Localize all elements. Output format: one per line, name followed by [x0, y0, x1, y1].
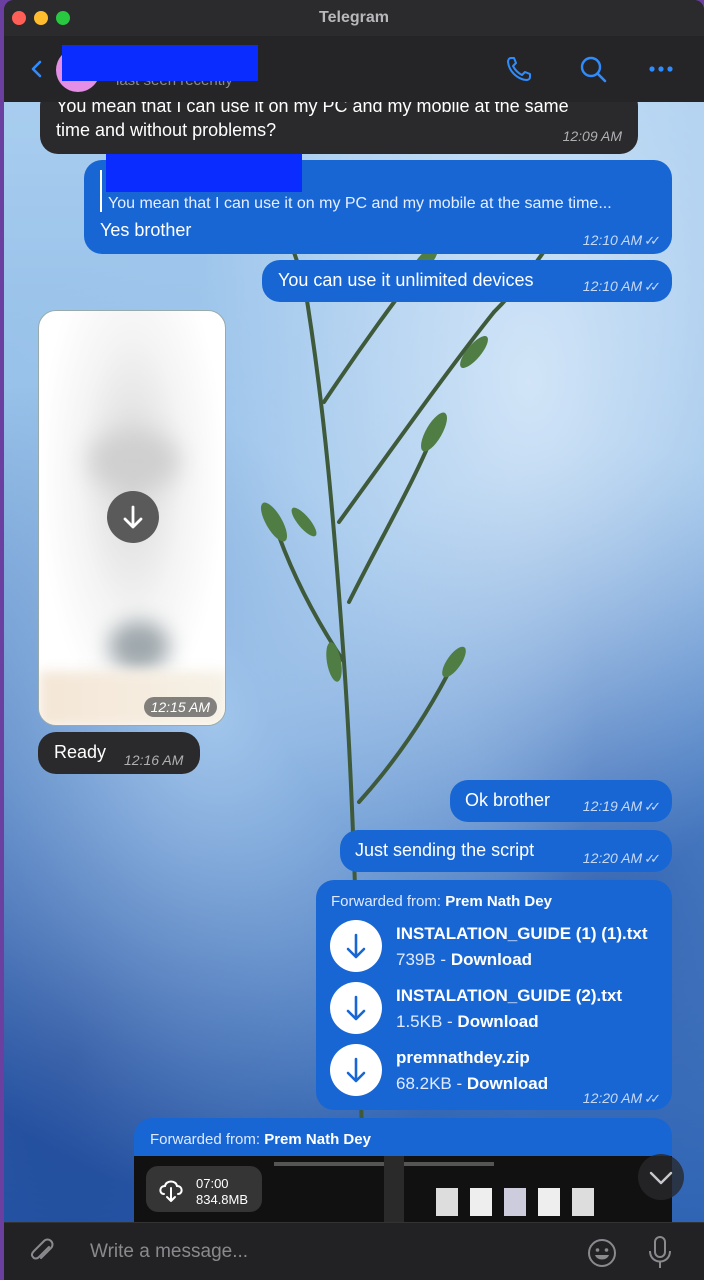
double-check-icon: ✓✓	[644, 851, 661, 866]
file-size: 1.5KB	[396, 1012, 443, 1031]
download-arrow-icon	[346, 933, 366, 959]
emoji-icon[interactable]	[586, 1237, 618, 1269]
message-outgoing-reply[interactable]: You mean that I can use it on my PC and …	[84, 154, 672, 254]
forwarded-from-label: Forwarded from: Prem Nath Dey	[331, 890, 552, 914]
download-arrow-icon	[346, 995, 366, 1021]
search-icon[interactable]	[578, 54, 608, 84]
message-text: Yes brother	[100, 220, 192, 240]
message-text: You can use it unlimited devices	[278, 270, 534, 290]
thumbnail-file-icons	[436, 1188, 594, 1216]
file-meta: 739B - Download	[396, 948, 532, 972]
forwarded-prefix: Forwarded from:	[150, 1131, 261, 1148]
message-time-read: 12:20 AM ✓✓	[582, 1086, 661, 1111]
phone-icon[interactable]	[504, 54, 534, 84]
file-attachment[interactable]: INSTALATION_GUIDE (1) (1).txt 739B - Dow…	[330, 920, 660, 974]
double-check-icon: ✓✓	[644, 1091, 661, 1106]
file-attachment[interactable]: INSTALATION_GUIDE (2).txt 1.5KB - Downlo…	[330, 982, 660, 1036]
file-size: 68.2KB	[396, 1074, 452, 1093]
file-meta-separator: -	[435, 950, 451, 969]
blurred-preview-shape	[109, 621, 169, 671]
message-time-read: 12:10 AM ✓✓	[582, 274, 661, 299]
media-message-image[interactable]: 12:15 AM	[38, 310, 226, 726]
message-time-read: 12:19 AM ✓✓	[582, 794, 661, 819]
file-download-link[interactable]: Download	[451, 950, 532, 969]
message-time: 12:16 AM	[124, 752, 184, 768]
message-time: 12:10 AM	[582, 232, 643, 248]
reply-quote-text: You mean that I can use it on my PC and …	[108, 195, 612, 212]
file-name: premnathdey.zip	[396, 1048, 530, 1067]
video-download-pill[interactable]: 07:00 834.8MB	[146, 1166, 262, 1212]
message-text: Ready	[54, 742, 107, 762]
download-media-button[interactable]	[107, 491, 159, 543]
file-download-link[interactable]: Download	[467, 1074, 548, 1093]
chat-area[interactable]: You mean that I can use it on my PC and …	[4, 102, 704, 1222]
telegram-window: Telegram last seen recently	[4, 0, 704, 1280]
reply-author-redacted	[106, 154, 302, 192]
file-download-button[interactable]	[330, 982, 382, 1034]
message-time: 12:19 AM	[582, 798, 643, 814]
file-meta: 1.5KB - Download	[396, 1010, 539, 1034]
download-arrow-icon	[346, 1057, 366, 1083]
file-download-link[interactable]: Download	[457, 1012, 538, 1031]
message-time: 12:20 AM	[582, 1090, 643, 1106]
contact-name-redacted[interactable]	[62, 45, 258, 81]
message-time-read: 12:10 AM ✓✓	[582, 228, 661, 253]
file-download-button[interactable]	[330, 1044, 382, 1096]
message-text: Ok brother	[465, 790, 551, 810]
zoom-window-button[interactable]	[56, 11, 70, 25]
blurred-preview-shape	[89, 431, 179, 491]
reply-quote-bar	[100, 170, 102, 212]
message-incoming-ready[interactable]: Ready 12:16 AM	[38, 732, 200, 774]
message-text-line2: time and without problems?	[56, 120, 277, 140]
paperclip-icon[interactable]	[28, 1237, 58, 1267]
file-meta-separator: -	[442, 1012, 458, 1031]
message-text-line1: You mean that I can use it on my PC and …	[56, 102, 569, 116]
message-time: 12:09 AM	[562, 128, 622, 144]
window-title: Telegram	[319, 9, 389, 26]
message-outgoing-ok[interactable]: Ok brother 12:19 AM ✓✓	[450, 780, 672, 822]
title-bar: Telegram	[4, 0, 704, 36]
message-incoming-1[interactable]: You mean that I can use it on my PC and …	[40, 102, 638, 154]
message-outgoing-sending[interactable]: Just sending the script 12:20 AM ✓✓	[340, 830, 672, 872]
file-meta: 68.2KB - Download	[396, 1072, 548, 1096]
chevron-down-icon	[649, 1171, 673, 1185]
forwarded-from-label: Forwarded from: Prem Nath Dey	[150, 1128, 371, 1152]
window-controls	[12, 11, 70, 25]
back-arrow-icon[interactable]	[26, 54, 46, 84]
minimize-window-button[interactable]	[34, 11, 48, 25]
video-size: 834.8MB	[196, 1192, 249, 1207]
message-forwarded-video[interactable]: Forwarded from: Prem Nath Dey 07:00 834.…	[134, 1118, 672, 1222]
more-options-icon[interactable]	[646, 54, 676, 84]
file-size: 739B	[396, 950, 436, 969]
forwarded-author[interactable]: Prem Nath Dey	[445, 893, 552, 910]
chat-header: last seen recently	[4, 36, 704, 102]
forwarded-prefix: Forwarded from:	[331, 893, 442, 910]
thumbnail-detail	[384, 1156, 404, 1222]
double-check-icon: ✓✓	[644, 799, 661, 814]
message-text: Just sending the script	[355, 840, 535, 860]
message-input[interactable]	[90, 1237, 570, 1267]
message-forwarded-files[interactable]: Forwarded from: Prem Nath Dey INSTALATIO…	[316, 880, 672, 1110]
cloud-download-icon	[159, 1180, 183, 1202]
file-meta-separator: -	[451, 1074, 467, 1093]
message-time: 12:20 AM	[582, 850, 643, 866]
microphone-icon[interactable]	[646, 1235, 674, 1269]
forwarded-author[interactable]: Prem Nath Dey	[264, 1131, 371, 1148]
media-time: 12:15 AM	[143, 697, 217, 717]
double-check-icon: ✓✓	[644, 233, 661, 248]
scroll-to-bottom-button[interactable]	[638, 1154, 684, 1200]
message-time-read: 12:20 AM ✓✓	[582, 846, 661, 871]
message-outgoing-3[interactable]: You can use it unlimited devices 12:10 A…	[262, 260, 672, 302]
video-thumbnail[interactable]: 07:00 834.8MB	[134, 1156, 672, 1222]
file-download-button[interactable]	[330, 920, 382, 972]
double-check-icon: ✓✓	[644, 279, 661, 294]
close-window-button[interactable]	[12, 11, 26, 25]
file-name: INSTALATION_GUIDE (2).txt	[396, 986, 623, 1005]
message-composer	[4, 1222, 704, 1280]
download-arrow-icon	[123, 505, 143, 529]
file-name: INSTALATION_GUIDE (1) (1).txt	[396, 924, 648, 943]
message-time: 12:10 AM	[582, 278, 643, 294]
